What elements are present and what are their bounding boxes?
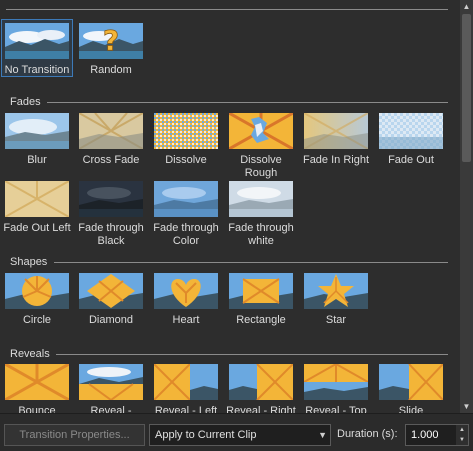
tile-label: Reveal - Top <box>305 405 367 413</box>
tile-label: Bounce <box>18 405 56 413</box>
tile-rectangle[interactable]: Rectangle <box>226 270 296 327</box>
tile-label: Reveal - Right <box>226 405 296 413</box>
spin-down-icon[interactable]: ▼ <box>456 435 468 445</box>
duration-spinbox[interactable]: 1.000 ▲ ▼ <box>405 424 469 446</box>
reveal-top-icon <box>304 364 368 400</box>
chevron-down-icon: ▼ <box>318 430 327 440</box>
fade-out-icon <box>379 113 443 149</box>
tile-slide[interactable]: Slide <box>376 361 446 413</box>
tile-blur[interactable]: Blur <box>2 110 72 167</box>
tile-dissolve[interactable]: Dissolve <box>151 110 221 167</box>
tile-reveal-left[interactable]: Reveal - Left <box>151 361 221 413</box>
duration-value: 1.000 <box>411 429 439 441</box>
tile-label: Slide <box>398 405 424 413</box>
section-title-fades: Fades <box>10 96 41 108</box>
tile-reveal[interactable]: Reveal - <box>76 361 146 413</box>
tile-label: Cross Fade <box>82 154 140 166</box>
tile-reveal-top[interactable]: Reveal - Top <box>301 361 371 413</box>
section-title-shapes: Shapes <box>10 256 48 268</box>
transitions-scroll-area[interactable]: No Transition ? Random Fades Shapes Reve… <box>0 0 460 413</box>
apply-mode-select[interactable]: Apply to Current Clip ▼ <box>149 424 331 446</box>
transition-properties-button[interactable]: Transition Properties... <box>4 424 145 446</box>
bottom-toolbar: Transition Properties... Apply to Curren… <box>0 413 473 451</box>
tile-label: Diamond <box>88 314 134 326</box>
tile-label: Fade through Black <box>78 222 144 247</box>
star-icon <box>304 273 368 309</box>
tile-reveal-right[interactable]: Reveal - Right <box>226 361 296 413</box>
reveal-left-icon <box>154 364 218 400</box>
tile-label: No Transition <box>4 64 70 76</box>
section-divider <box>47 102 448 103</box>
tile-fade-through-black[interactable]: Fade through Black <box>76 178 146 248</box>
tile-label: Blur <box>27 154 47 166</box>
fade-through-color-icon <box>154 181 218 217</box>
reveal-icon <box>79 364 143 400</box>
tile-label: Dissolve <box>165 154 207 166</box>
fade-through-black-icon <box>79 181 143 217</box>
tile-label: Star <box>325 314 347 326</box>
fade-through-white-icon <box>229 181 293 217</box>
scrollbar-thumb[interactable] <box>462 14 471 162</box>
tile-label: Heart <box>172 314 200 326</box>
tile-label: Dissolve Rough <box>240 154 282 179</box>
question-mark-icon: ? <box>79 23 143 59</box>
tile-label: Reveal - <box>90 405 132 413</box>
cross-fade-icon <box>79 113 143 149</box>
tile-label: Circle <box>22 314 52 326</box>
tile-heart[interactable]: Heart <box>151 270 221 327</box>
scroll-up-icon[interactable]: ▲ <box>460 0 473 13</box>
tile-label: Fade through Color <box>153 222 219 247</box>
tile-no-transition[interactable]: No Transition <box>1 19 73 77</box>
apply-mode-value: Apply to Current Clip <box>155 429 257 441</box>
tile-label: Fade through white <box>228 222 294 247</box>
tile-fade-through-color[interactable]: Fade through Color <box>151 178 221 248</box>
spin-up-icon[interactable]: ▲ <box>456 425 468 435</box>
circle-icon <box>5 273 69 309</box>
tile-label: Reveal - Left <box>154 405 218 413</box>
tile-label: Rectangle <box>236 314 286 326</box>
dissolve-icon <box>154 113 218 149</box>
tile-label: Random <box>90 64 132 76</box>
section-divider <box>56 354 448 355</box>
tile-dissolve-rough[interactable]: Dissolve Rough <box>226 110 296 180</box>
tile-star[interactable]: Star <box>301 270 371 327</box>
section-divider <box>54 262 448 263</box>
duration-label: Duration (s): <box>337 428 398 440</box>
vertical-scrollbar[interactable]: ▲ ▼ <box>460 0 473 413</box>
svg-text:?: ? <box>103 24 119 57</box>
tile-cross-fade[interactable]: Cross Fade <box>76 110 146 167</box>
scroll-down-icon[interactable]: ▼ <box>460 400 473 413</box>
tile-bounce[interactable]: Bounce <box>2 361 72 413</box>
tile-diamond[interactable]: Diamond <box>76 270 146 327</box>
bounce-icon <box>5 364 69 400</box>
fade-in-right-icon <box>304 113 368 149</box>
slide-icon <box>379 364 443 400</box>
tile-label: Fade In Right <box>302 154 370 166</box>
tile-random[interactable]: ? Random <box>76 20 146 76</box>
diamond-icon <box>79 273 143 309</box>
tile-label: Fade Out Left <box>3 222 71 234</box>
rectangle-icon <box>229 273 293 309</box>
tile-fade-in-right[interactable]: Fade In Right <box>301 110 371 167</box>
tile-fade-through-white[interactable]: Fade through white <box>226 178 296 248</box>
tile-fade-out[interactable]: Fade Out <box>376 110 446 167</box>
tile-circle[interactable]: Circle <box>2 270 72 327</box>
reveal-right-icon <box>229 364 293 400</box>
landscape-icon <box>5 23 69 59</box>
transitions-panel: No Transition ? Random Fades Shapes Reve… <box>0 0 473 451</box>
fade-out-left-icon <box>5 181 69 217</box>
tile-label: Fade Out <box>388 154 434 166</box>
section-divider <box>6 9 448 10</box>
tile-fade-out-left[interactable]: Fade Out Left <box>2 178 72 235</box>
heart-icon <box>154 273 218 309</box>
dissolve-rough-icon <box>229 113 293 149</box>
blur-icon <box>5 113 69 149</box>
section-title-reveals: Reveals <box>10 348 50 360</box>
